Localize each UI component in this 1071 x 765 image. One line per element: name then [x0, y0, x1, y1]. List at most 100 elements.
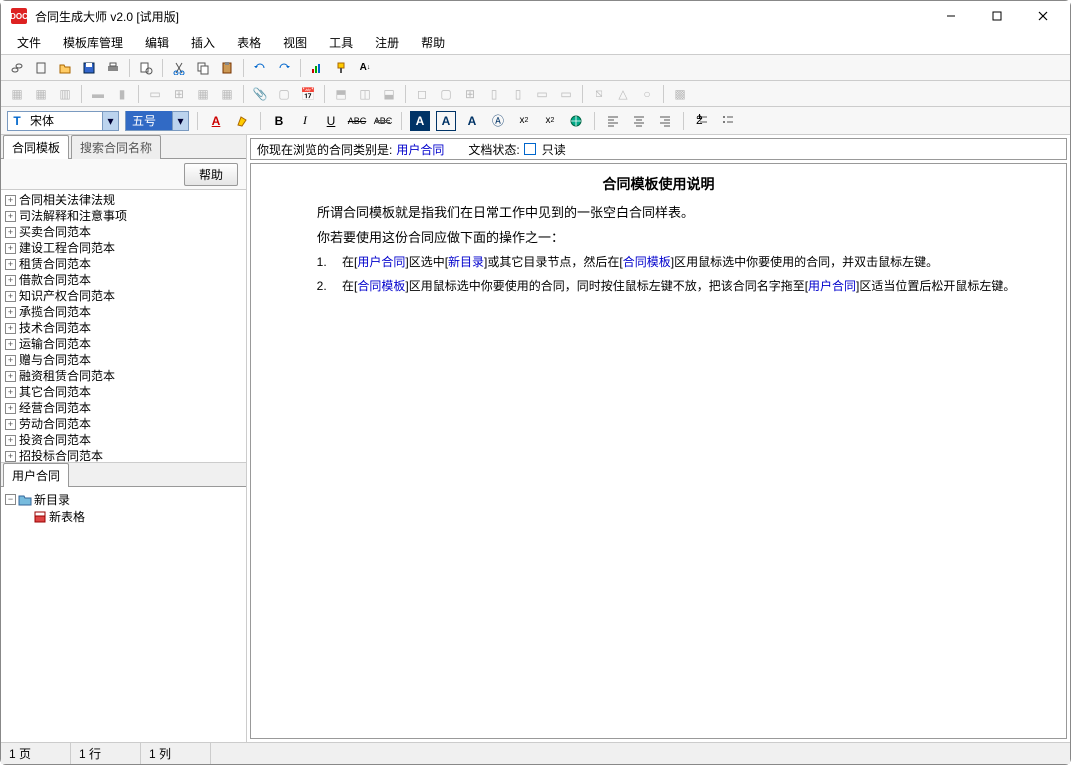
tree-item[interactable]: +融资租赁合同范本 — [5, 368, 242, 384]
strikethrough-icon[interactable]: ABC — [347, 111, 367, 131]
tree-item[interactable]: +技术合同范本 — [5, 320, 242, 336]
menu-help[interactable]: 帮助 — [411, 31, 455, 54]
link-user-contract[interactable]: 用户合同 — [357, 255, 405, 269]
menu-table[interactable]: 表格 — [227, 31, 271, 54]
expand-icon[interactable]: + — [5, 339, 16, 350]
expand-icon[interactable]: + — [5, 275, 16, 286]
expand-icon[interactable]: + — [5, 291, 16, 302]
tab-user-contracts[interactable]: 用户合同 — [3, 463, 69, 487]
paste-icon[interactable] — [217, 58, 237, 78]
collapse-icon[interactable]: − — [5, 494, 16, 505]
close-button[interactable] — [1020, 1, 1066, 31]
undo-icon[interactable] — [250, 58, 270, 78]
text-circle-icon[interactable]: Ⓐ — [488, 111, 508, 131]
text-fill-icon[interactable]: A — [410, 111, 430, 131]
sort-icon[interactable]: A↓ — [355, 58, 375, 78]
copy-icon[interactable] — [193, 58, 213, 78]
text-outline-icon[interactable]: A — [462, 111, 482, 131]
redo-icon[interactable] — [274, 58, 294, 78]
align-right-icon[interactable] — [655, 111, 675, 131]
help-button[interactable]: 帮助 — [184, 163, 238, 186]
expand-icon[interactable]: + — [5, 387, 16, 398]
tree-item[interactable]: +投资合同范本 — [5, 432, 242, 448]
tab-search[interactable]: 搜索合同名称 — [71, 135, 161, 159]
link-icon[interactable] — [7, 58, 27, 78]
tree-item[interactable]: +借款合同范本 — [5, 272, 242, 288]
tree-item[interactable]: +运输合同范本 — [5, 336, 242, 352]
tree-item[interactable]: +买卖合同范本 — [5, 224, 242, 240]
tree-item[interactable]: +知识产权合同范本 — [5, 288, 242, 304]
user-tree[interactable]: − 新目录 新表格 — [1, 487, 246, 742]
link-new-dir[interactable]: 新目录 — [448, 255, 484, 269]
expand-icon[interactable]: + — [5, 227, 16, 238]
menu-file[interactable]: 文件 — [7, 31, 51, 54]
user-tree-child[interactable]: 新表格 — [5, 508, 242, 525]
maximize-button[interactable] — [974, 1, 1020, 31]
tree-item[interactable]: +招投标合同范本 — [5, 448, 242, 462]
infobar-category[interactable]: 用户合同 — [396, 141, 444, 158]
tree-item[interactable]: +建设工程合同范本 — [5, 240, 242, 256]
italic-icon[interactable]: I — [295, 111, 315, 131]
document-area[interactable]: 合同模板使用说明 所谓合同模板就是指我们在日常工作中见到的一张空白合同样表。 你… — [250, 163, 1067, 739]
expand-icon[interactable]: + — [5, 435, 16, 446]
hyperlink-icon[interactable] — [566, 111, 586, 131]
expand-icon[interactable]: + — [5, 355, 16, 366]
tree-item[interactable]: +合同相关法律法规 — [5, 192, 242, 208]
double-strike-icon[interactable]: ABC — [373, 111, 393, 131]
expand-icon[interactable]: + — [5, 451, 16, 462]
menu-view[interactable]: 视图 — [273, 31, 317, 54]
menu-template-lib[interactable]: 模板库管理 — [53, 31, 133, 54]
tab-templates[interactable]: 合同模板 — [3, 135, 69, 159]
expand-icon[interactable]: + — [5, 195, 16, 206]
user-tree-root[interactable]: − 新目录 — [5, 491, 242, 508]
numbered-list-icon[interactable]: 12 — [692, 111, 712, 131]
expand-icon[interactable]: + — [5, 323, 16, 334]
print-icon[interactable] — [103, 58, 123, 78]
chart-icon[interactable] — [307, 58, 327, 78]
underline-icon[interactable]: U — [321, 111, 341, 131]
cut-icon[interactable] — [169, 58, 189, 78]
expand-icon[interactable]: + — [5, 211, 16, 222]
expand-icon[interactable]: + — [5, 371, 16, 382]
menu-register[interactable]: 注册 — [365, 31, 409, 54]
chevron-down-icon[interactable]: ▾ — [102, 112, 118, 130]
tree-item[interactable]: +赠与合同范本 — [5, 352, 242, 368]
font-color-icon[interactable]: A — [206, 111, 226, 131]
highlight-icon[interactable] — [232, 111, 252, 131]
link-template[interactable]: 合同模板 — [623, 255, 671, 269]
template-tree[interactable]: +合同相关法律法规+司法解释和注意事项+买卖合同范本+建设工程合同范本+租赁合同… — [1, 189, 246, 462]
font-size-select[interactable]: 五号 ▾ — [125, 111, 189, 131]
menu-insert[interactable]: 插入 — [181, 31, 225, 54]
expand-icon[interactable]: + — [5, 403, 16, 414]
font-name-select[interactable]: T 宋体 ▾ — [7, 111, 119, 131]
superscript-icon[interactable]: x2 — [514, 111, 534, 131]
save-icon[interactable] — [79, 58, 99, 78]
tree-item[interactable]: +经营合同范本 — [5, 400, 242, 416]
readonly-checkbox[interactable] — [524, 143, 536, 155]
bullet-list-icon[interactable] — [718, 111, 738, 131]
format-brush-icon[interactable] — [331, 58, 351, 78]
expand-icon[interactable]: + — [5, 259, 16, 270]
tree-item[interactable]: +租赁合同范本 — [5, 256, 242, 272]
menu-tools[interactable]: 工具 — [319, 31, 363, 54]
align-center-icon[interactable] — [629, 111, 649, 131]
tree-item[interactable]: +承揽合同范本 — [5, 304, 242, 320]
text-box-icon[interactable]: A — [436, 111, 456, 131]
expand-icon[interactable]: + — [5, 243, 16, 254]
subscript-icon[interactable]: x2 — [540, 111, 560, 131]
link-user-contract-2[interactable]: 用户合同 — [808, 279, 856, 293]
expand-icon[interactable]: + — [5, 419, 16, 430]
tree-item[interactable]: +司法解释和注意事项 — [5, 208, 242, 224]
new-icon[interactable] — [31, 58, 51, 78]
open-icon[interactable] — [55, 58, 75, 78]
tree-item[interactable]: +劳动合同范本 — [5, 416, 242, 432]
preview-icon[interactable] — [136, 58, 156, 78]
chevron-down-icon[interactable]: ▾ — [172, 112, 188, 130]
tree-item[interactable]: +其它合同范本 — [5, 384, 242, 400]
expand-icon[interactable]: + — [5, 307, 16, 318]
link-template-2[interactable]: 合同模板 — [357, 279, 405, 293]
menu-edit[interactable]: 编辑 — [135, 31, 179, 54]
align-left-icon[interactable] — [603, 111, 623, 131]
minimize-button[interactable] — [928, 1, 974, 31]
bold-icon[interactable]: B — [269, 111, 289, 131]
